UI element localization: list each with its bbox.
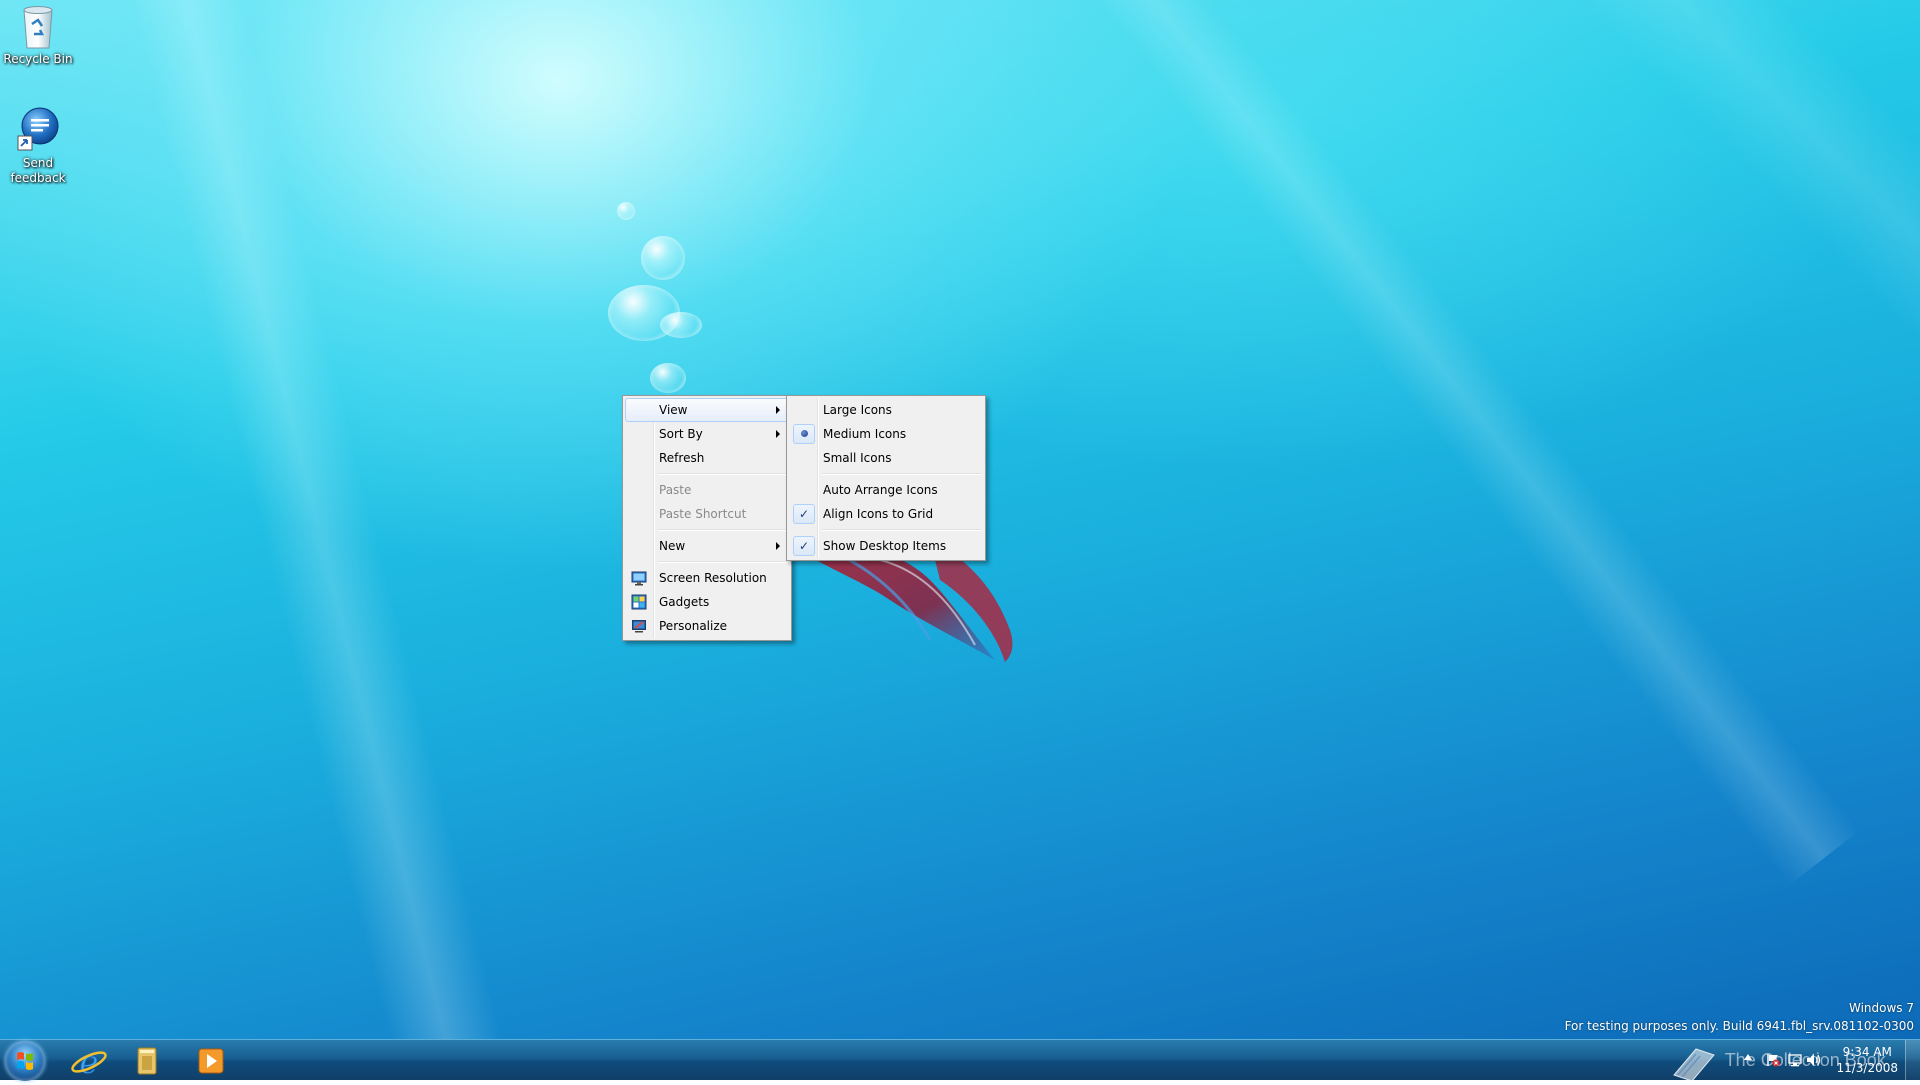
personalize-icon xyxy=(632,620,646,633)
bubble xyxy=(641,236,685,280)
network-icon[interactable] xyxy=(1788,1053,1802,1067)
system-tray xyxy=(1736,1040,1822,1081)
checkmark-icon: ✓ xyxy=(793,504,815,524)
book-logo-icon xyxy=(1673,1048,1715,1082)
desktop-context-menu: View Sort By Refresh Paste Paste Shortcu… xyxy=(622,395,792,641)
build-watermark: Windows 7 For testing purposes only. Bui… xyxy=(1565,999,1914,1035)
send-feedback-icon xyxy=(17,107,59,151)
desktop-icon-label: Recycle Bin xyxy=(3,52,73,66)
menu-item-gadgets[interactable]: Gadgets xyxy=(625,590,789,614)
radio-dot-icon xyxy=(793,424,815,444)
light-ray xyxy=(1050,0,1860,886)
desktop-icon-recycle-bin[interactable]: Recycle Bin xyxy=(0,2,76,67)
taskbar-clock[interactable]: 9:34 AM 11/3/2008 xyxy=(1836,1044,1898,1076)
menu-item-label: Medium Icons xyxy=(823,427,907,441)
light-ray xyxy=(1500,0,1920,769)
menu-item-label: Paste Shortcut xyxy=(659,507,747,521)
light-ray xyxy=(120,0,518,1039)
menu-item-view[interactable]: View xyxy=(625,398,789,422)
watermark-edition: Windows 7 xyxy=(1848,1001,1914,1015)
menu-separator xyxy=(658,561,787,563)
menu-item-screen-resolution[interactable]: Screen Resolution xyxy=(625,566,789,590)
submenu-arrow-icon xyxy=(776,430,780,438)
submenu-arrow-icon xyxy=(776,542,780,550)
menu-item-medium-icons[interactable]: Medium Icons xyxy=(789,422,983,446)
taskbar-windows-explorer[interactable] xyxy=(120,1042,174,1080)
clock-date: 11/3/2008 xyxy=(1836,1061,1898,1075)
menu-item-label: Sort By xyxy=(659,427,703,441)
media-player-icon xyxy=(198,1048,224,1074)
show-desktop-button[interactable] xyxy=(1905,1040,1920,1080)
clock-time: 9:34 AM xyxy=(1842,1045,1892,1059)
menu-item-small-icons[interactable]: Small Icons xyxy=(789,446,983,470)
menu-item-label: Small Icons xyxy=(823,451,892,465)
menu-item-paste: Paste xyxy=(625,478,789,502)
menu-item-label: Paste xyxy=(659,483,692,497)
menu-separator xyxy=(822,473,981,475)
volume-icon[interactable] xyxy=(1806,1053,1822,1067)
menu-item-label: View xyxy=(659,403,688,417)
watermark-build: For testing purposes only. Build 6941.fb… xyxy=(1564,1019,1914,1033)
menu-item-paste-shortcut: Paste Shortcut xyxy=(625,502,789,526)
menu-item-label: Auto Arrange Icons xyxy=(823,483,938,497)
menu-item-new[interactable]: New xyxy=(625,534,789,558)
menu-item-show-desktop-items[interactable]: ✓ Show Desktop Items xyxy=(789,534,983,558)
menu-item-align-icons-to-grid[interactable]: ✓ Align Icons to Grid xyxy=(789,502,983,526)
menu-item-label: Gadgets xyxy=(659,595,710,609)
menu-item-refresh[interactable]: Refresh xyxy=(625,446,789,470)
taskbar: e The Collection Book 9:34 AM 11/3/2008 xyxy=(0,1039,1920,1082)
menu-item-personalize[interactable]: Personalize xyxy=(625,614,789,638)
svg-text:e: e xyxy=(80,1043,99,1080)
submenu-arrow-icon xyxy=(776,406,780,414)
start-button[interactable] xyxy=(5,1041,45,1081)
windows-explorer-icon xyxy=(137,1047,157,1075)
internet-explorer-icon: e xyxy=(71,1043,107,1081)
checkmark-icon: ✓ xyxy=(793,536,815,556)
show-hidden-icons-arrow-icon[interactable] xyxy=(1744,1054,1752,1060)
menu-item-label: Align Icons to Grid xyxy=(823,507,934,521)
menu-separator xyxy=(822,529,981,531)
bubble xyxy=(660,312,702,338)
taskbar-media-player[interactable] xyxy=(184,1042,238,1080)
menu-item-large-icons[interactable]: Large Icons xyxy=(789,398,983,422)
view-submenu: Large Icons Medium Icons Small Icons Aut… xyxy=(786,395,986,561)
taskbar-internet-explorer[interactable]: e xyxy=(62,1042,116,1081)
desktop-icon-label: Send feedback xyxy=(10,156,66,185)
desktop-icon-send-feedback[interactable]: Send feedback xyxy=(0,106,76,186)
menu-item-label: Refresh xyxy=(659,451,705,465)
menu-separator xyxy=(658,473,787,475)
bubble xyxy=(650,363,686,393)
menu-item-label: Screen Resolution xyxy=(659,571,767,585)
menu-item-auto-arrange-icons[interactable]: Auto Arrange Icons xyxy=(789,478,983,502)
menu-item-sort-by[interactable]: Sort By xyxy=(625,422,789,446)
desktop-background[interactable]: Recycle Bin Send feedback View Sort By R… xyxy=(0,0,1920,1039)
windows-logo-icon xyxy=(17,1052,33,1070)
menu-item-label: Show Desktop Items xyxy=(823,539,947,553)
action-center-flag-icon[interactable] xyxy=(1766,1053,1780,1067)
menu-separator xyxy=(658,529,787,531)
gadgets-icon xyxy=(631,594,647,610)
bubble xyxy=(617,202,635,220)
recycle-bin-icon xyxy=(23,6,53,49)
menu-item-label: New xyxy=(659,539,686,553)
menu-item-label: Personalize xyxy=(659,619,728,633)
screen-resolution-icon xyxy=(631,571,647,586)
menu-item-label: Large Icons xyxy=(823,403,892,417)
